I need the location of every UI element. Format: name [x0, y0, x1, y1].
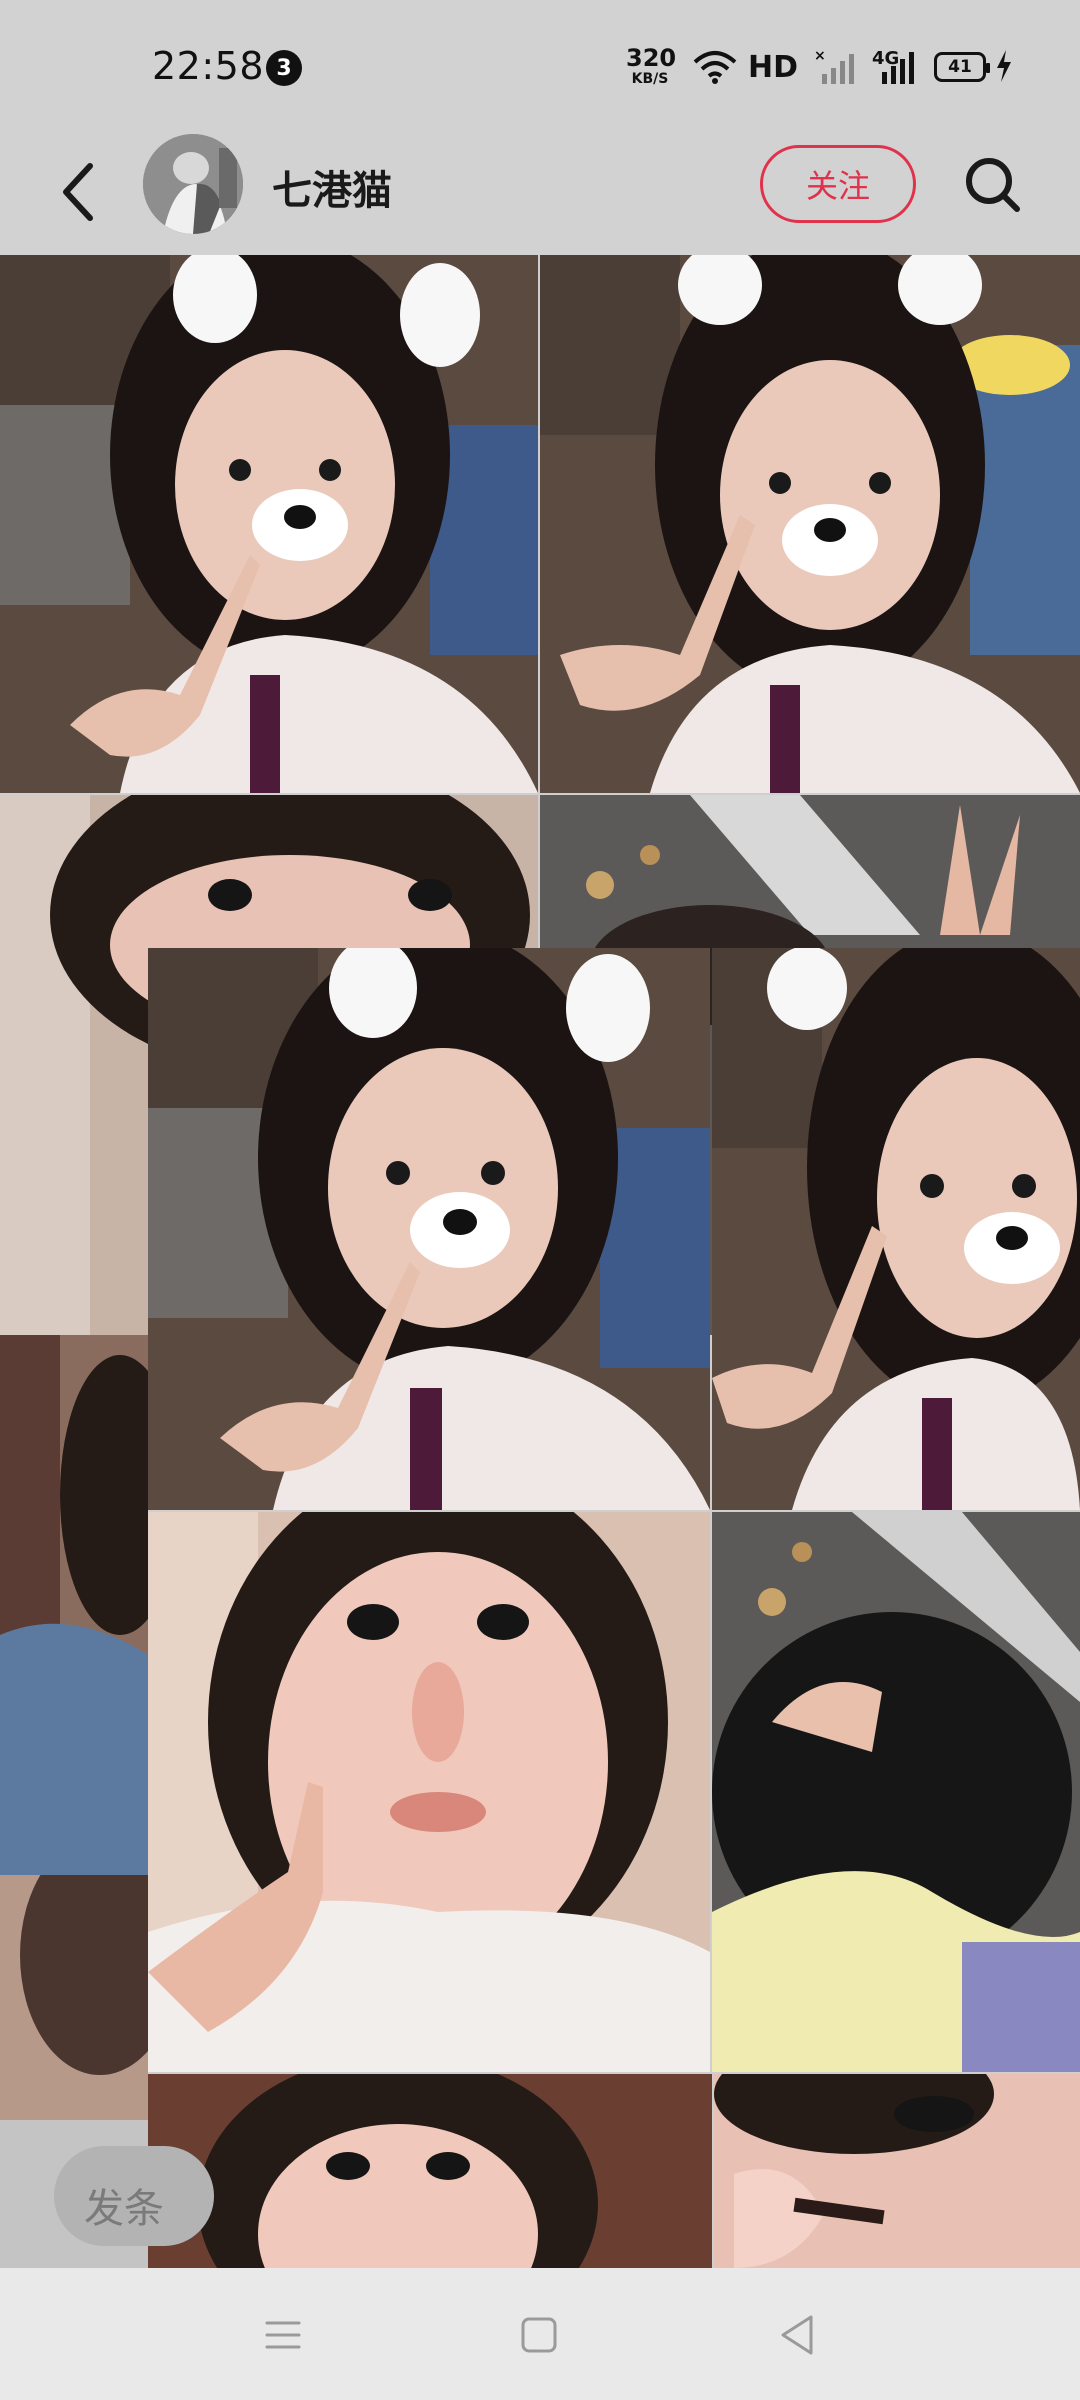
avatar[interactable] — [143, 134, 243, 234]
photo-tile-12[interactable] — [714, 2074, 1080, 2268]
photo-tile-6[interactable] — [0, 1875, 148, 2120]
signal-icon-1: × — [814, 48, 854, 84]
comment-placeholder: 发条 — [84, 2186, 164, 2232]
system-nav-bar — [0, 2268, 1080, 2400]
photo-image — [148, 948, 710, 1510]
status-bar: 22:58 3 320 KB/S HD × 4G 41 — [0, 0, 1080, 130]
follow-button[interactable]: 关注 — [760, 145, 916, 223]
photo-image — [148, 1512, 710, 2072]
profile-header: 七港猫 关注 — [0, 130, 1080, 255]
charging-icon — [997, 50, 1011, 82]
photo-image — [0, 1335, 148, 1875]
photo-image — [712, 948, 1080, 1510]
username[interactable]: 七港猫 — [272, 158, 392, 216]
back-nav-button[interactable] — [770, 2308, 824, 2362]
photo-tile-8[interactable] — [712, 948, 1080, 1510]
photo-image — [148, 2074, 712, 2268]
photo-tile-11[interactable] — [148, 2074, 712, 2268]
photo-tile-7[interactable] — [148, 948, 710, 1510]
network-speed: 320 KB/S — [626, 44, 677, 87]
menu-button[interactable] — [256, 2308, 310, 2362]
svg-text:×: × — [814, 48, 826, 64]
network-speed-value: 320 — [626, 44, 677, 72]
back-triangle-icon — [781, 2315, 813, 2355]
hd-label: HD — [748, 50, 799, 85]
comment-input[interactable]: 发条 — [54, 2146, 214, 2246]
photo-tile-1[interactable] — [0, 255, 538, 793]
signal-icon-2 — [882, 52, 914, 84]
avatar-image — [143, 134, 243, 234]
network-speed-unit: KB/S — [631, 71, 669, 87]
comment-bar: 发条 — [0, 2120, 214, 2270]
photo-image — [540, 255, 1080, 793]
photo-image — [714, 2074, 1080, 2268]
back-button[interactable] — [48, 152, 108, 232]
notification-badge: 3 — [266, 50, 302, 86]
status-time: 22:58 — [152, 44, 265, 88]
photo-tile-5[interactable] — [0, 1335, 148, 1875]
photo-image — [712, 1512, 1080, 2072]
battery-indicator: 41 — [934, 52, 990, 82]
home-icon — [521, 2317, 557, 2353]
chevron-left-icon — [63, 163, 93, 221]
photo-image — [0, 1875, 148, 2120]
photo-tile-2[interactable] — [540, 255, 1080, 793]
menu-icon — [265, 2321, 301, 2349]
photo-tile-9[interactable] — [148, 1512, 710, 2072]
photo-image — [0, 255, 538, 793]
search-icon — [966, 158, 1020, 212]
home-button[interactable] — [512, 2308, 566, 2362]
photo-tile-10[interactable] — [712, 1512, 1080, 2072]
wifi-icon — [693, 51, 737, 84]
search-button[interactable] — [960, 152, 1026, 218]
